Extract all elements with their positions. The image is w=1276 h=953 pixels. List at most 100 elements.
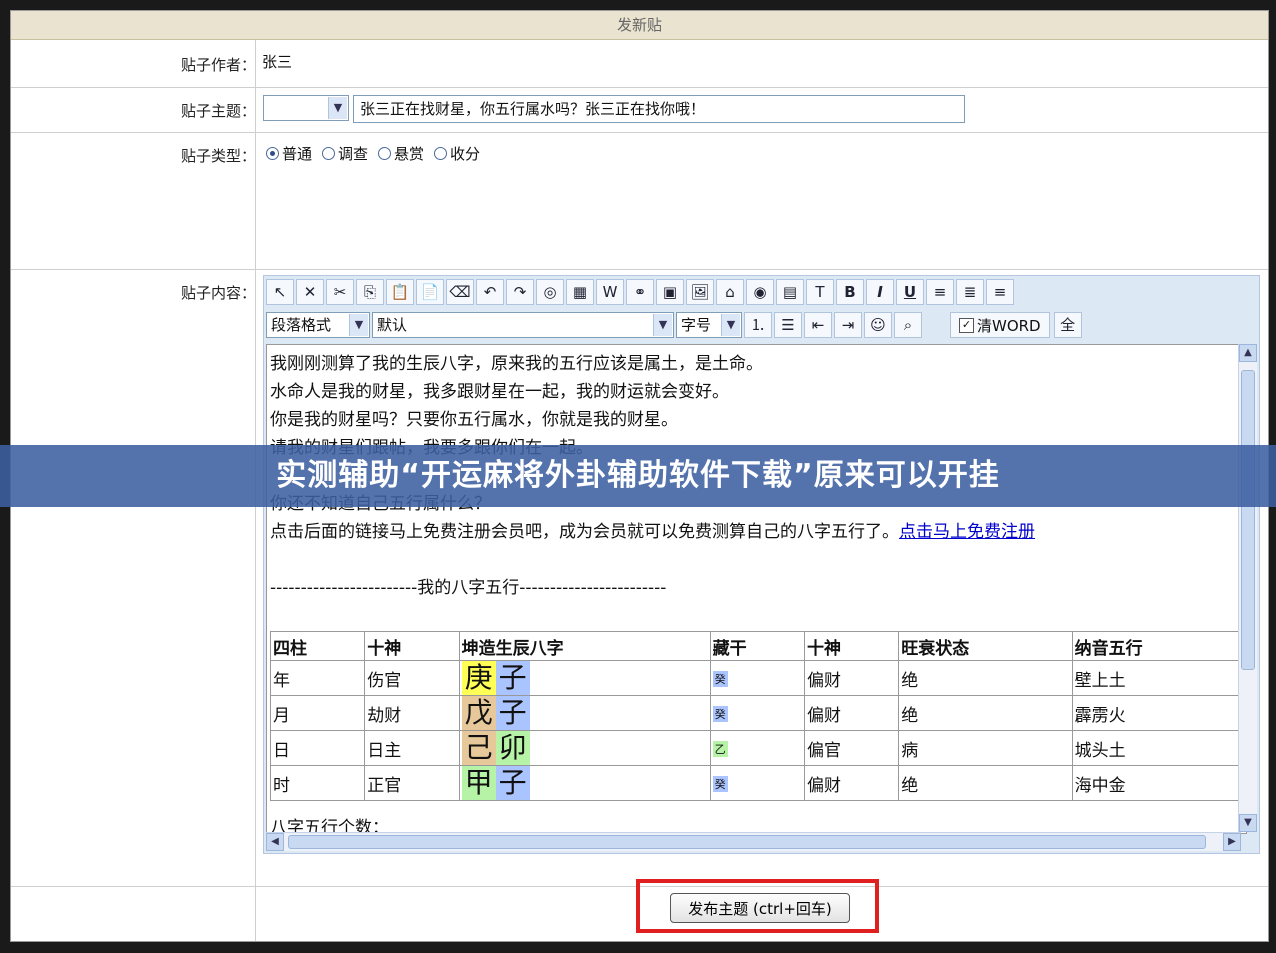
table-icon[interactable]: ▦ [566, 279, 594, 305]
content-line: 水命人是我的财星，我多跟财星在一起，我的财运就会变好。 [270, 377, 729, 402]
table-cell: 年 [269, 660, 366, 696]
earthly-branch: 子 [495, 661, 530, 695]
paragraph-format-value: 段落格式 [271, 316, 332, 334]
clean-word-label: 清WORD [977, 316, 1041, 335]
table-cell: 绝 [898, 695, 1073, 731]
scroll-up-icon[interactable]: ▲ [1239, 344, 1257, 362]
stamp-icon[interactable]: ◎ [536, 279, 564, 305]
undo-icon[interactable]: ↶ [476, 279, 504, 305]
font-size-value: 字号 [681, 316, 712, 334]
table-cell: 壁上土 [1071, 660, 1246, 696]
home-icon[interactable]: ⌂ [716, 279, 744, 305]
radio-icon [434, 147, 448, 160]
indent-icon[interactable]: ⇥ [834, 312, 862, 338]
paragraph-format-select[interactable]: 段落格式 ▼ [266, 312, 370, 338]
hidden-stem-cell: 癸 [709, 660, 805, 696]
table-cell: 绝 [898, 765, 1073, 801]
publish-button[interactable]: 发布主题 (ctrl+回车) [670, 893, 850, 923]
scroll-thumb[interactable] [1241, 370, 1255, 670]
earthly-branch: 卯 [495, 731, 530, 765]
paste-text-icon[interactable]: 📄 [416, 279, 444, 305]
bold-icon[interactable]: B [836, 279, 864, 305]
table-row: 年伤官庚子癸偏财绝壁上土 [269, 660, 1246, 696]
find-icon[interactable]: ⌕ [894, 312, 922, 338]
ganzhi-cell: 甲子 [458, 765, 711, 801]
post-type-radio[interactable]: 调查 [322, 143, 368, 164]
outdent-icon[interactable]: ⇤ [804, 312, 832, 338]
chevron-down-icon: ▼ [653, 314, 672, 336]
font-color-icon[interactable]: T [806, 279, 834, 305]
underline-icon[interactable]: U [896, 279, 924, 305]
post-type-label: 收分 [450, 145, 481, 163]
chevron-down-icon: ▼ [328, 97, 347, 119]
link-icon[interactable]: ⚭ [626, 279, 654, 305]
horizontal-scrollbar[interactable]: ◀ ▶ [266, 832, 1241, 851]
content-line-text: 水命人是我的财星，我多跟财星在一起，我的财运就会变好。 [270, 382, 729, 402]
hidden-stem-cell: 癸 [709, 765, 805, 801]
post-type-radio[interactable]: 普通 [266, 143, 312, 164]
cut-x-icon[interactable]: ✕ [296, 279, 324, 305]
chevron-down-icon: ▼ [721, 314, 740, 336]
table-header-cell: 藏干 [709, 631, 805, 661]
copy-icon[interactable]: ⎘ [356, 279, 384, 305]
heavenly-stem: 己 [461, 731, 496, 765]
scroll-left-icon[interactable]: ◀ [266, 833, 284, 851]
hidden-stem: 癸 [712, 776, 728, 792]
table-body: 年伤官庚子癸偏财绝壁上土月劫财戊子癸偏财绝霹雳火日日主己卯乙偏官病城头土时正官甲… [269, 660, 1246, 801]
align-right-icon[interactable]: ≡ [986, 279, 1014, 305]
type-label: 贴子类型： [180, 147, 256, 165]
paste-icon[interactable]: 📋 [386, 279, 414, 305]
checkbox-icon: ✓ [959, 317, 974, 333]
editor-toolbar-row-2: 段落格式 ▼ 默认 ▼ 字号 ▼ ⒈ ☰ ⇤ ⇥ ☺ ⌕ ✓ 清WORD 全 [266, 310, 1082, 340]
image-icon[interactable]: ▣ [656, 279, 684, 305]
table-cell: 正官 [364, 765, 460, 801]
format-icon-group: ⒈ ☰ ⇤ ⇥ ☺ ⌕ [744, 312, 922, 338]
post-type-label: 调查 [338, 145, 369, 163]
vertical-scrollbar[interactable]: ▲ ▼ [1238, 344, 1257, 832]
fullscreen-button[interactable]: 全 [1053, 312, 1082, 338]
register-link[interactable]: 点击马上免费注册 [899, 522, 1035, 542]
clean-word-toggle[interactable]: ✓ 清WORD [950, 312, 1050, 338]
table-cell: 海中金 [1071, 765, 1246, 801]
ganzhi-cell: 己卯 [458, 730, 711, 766]
table-cell: 劫财 [364, 695, 460, 731]
redo-icon[interactable]: ↷ [506, 279, 534, 305]
subject-category-select[interactable]: ▼ [263, 95, 349, 121]
table-cell: 霹雳火 [1071, 695, 1246, 731]
scroll-right-icon[interactable]: ▶ [1223, 833, 1241, 851]
scroll-down-icon[interactable]: ▼ [1239, 814, 1257, 832]
tail-text: 八字五行个数： [270, 818, 389, 834]
table-row: 时正官甲子癸偏财绝海中金 [269, 765, 1246, 801]
content-line-text: 我刚刚测算了我的生辰八字，原来我的五行应该是属土，是土命。 [270, 354, 763, 374]
author-row: 贴子作者： [11, 40, 1268, 88]
font-name-select[interactable]: 默认 ▼ [372, 312, 674, 338]
unordered-list-icon[interactable]: ☰ [774, 312, 802, 338]
table-row: 日日主己卯乙偏官病城头土 [269, 730, 1246, 766]
editor-content-area[interactable]: 我刚刚测算了我的生辰八字，原来我的五行应该是属土，是土命。 水命人是我的财星，我多… [266, 344, 1247, 834]
scroll-thumb[interactable] [288, 835, 1206, 849]
emoticon-icon[interactable]: ☺ [864, 312, 892, 338]
table-cell: 绝 [898, 660, 1073, 696]
form-icon[interactable]: ▤ [776, 279, 804, 305]
scissors-icon[interactable]: ✂ [326, 279, 354, 305]
table-row: 月劫财戊子癸偏财绝霹雳火 [269, 695, 1246, 731]
web-icon[interactable]: W [596, 279, 624, 305]
cursor-icon[interactable]: ↖ [266, 279, 294, 305]
font-size-select[interactable]: 字号 ▼ [676, 312, 742, 338]
italic-icon[interactable]: I [866, 279, 894, 305]
table-cell: 城头土 [1071, 730, 1246, 766]
ordered-list-icon[interactable]: ⒈ [744, 312, 772, 338]
table-cell: 伤官 [364, 660, 460, 696]
type-row: 贴子类型： [11, 133, 1268, 270]
align-center-icon[interactable]: ≣ [956, 279, 984, 305]
eraser-icon[interactable]: ⌫ [446, 279, 474, 305]
insert-image-icon[interactable]: 🖼 [686, 279, 714, 305]
radio-icon [378, 147, 392, 160]
align-left-icon[interactable]: ≡ [926, 279, 954, 305]
post-type-radio[interactable]: 收分 [434, 143, 480, 164]
table-header-cell: 旺衰状态 [898, 631, 1073, 661]
subject-input[interactable]: 张三正在找财星，你五行属水吗？张三正在找你哦！ [353, 95, 965, 123]
ganzhi-cell: 戊子 [458, 695, 711, 731]
media-icon[interactable]: ◉ [746, 279, 774, 305]
post-type-radio[interactable]: 悬赏 [378, 143, 424, 164]
